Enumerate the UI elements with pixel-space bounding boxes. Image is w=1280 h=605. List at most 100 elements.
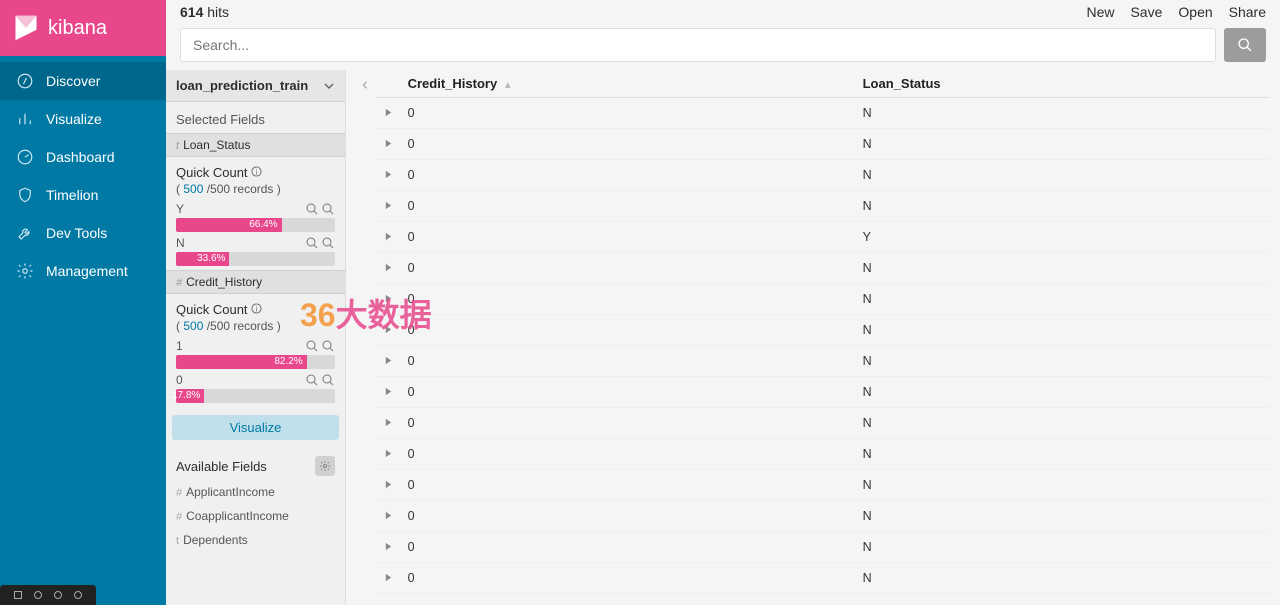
zoom-in-icon[interactable] (305, 202, 319, 216)
gear-icon (319, 460, 331, 472)
nav-sidebar: kibana DiscoverVisualize Dashboard Timelio… (0, 0, 166, 605)
column-header-credit_history[interactable]: Credit_History ▲ (400, 70, 855, 98)
cell-loan-status: N (855, 315, 1270, 346)
table-row: 0N (376, 470, 1270, 501)
expand-row-button[interactable] (376, 315, 400, 346)
nav-item-timelion[interactable]: Timelion (0, 176, 166, 214)
column-header-loan_status[interactable]: Loan_Status (855, 70, 1270, 98)
taskbar-dock (0, 585, 96, 605)
info-icon: i (251, 166, 262, 177)
selected-field-loan_status[interactable]: tLoan_Status (166, 133, 345, 157)
available-fields-settings-button[interactable] (315, 456, 335, 476)
zoom-out-icon[interactable] (321, 373, 335, 387)
nav-item-label: Dashboard (46, 149, 115, 165)
expand-row-button[interactable] (376, 377, 400, 408)
table-row: 0N (376, 160, 1270, 191)
expand-row-button[interactable] (376, 439, 400, 470)
table-row: 0N (376, 284, 1270, 315)
table-row: 0N (376, 377, 1270, 408)
expand-row-button[interactable] (376, 160, 400, 191)
nav-item-discover[interactable]: Discover (0, 62, 166, 100)
top-action-open[interactable]: Open (1178, 4, 1212, 20)
cell-credit-history: 0 (400, 408, 855, 439)
cell-credit-history: 0 (400, 315, 855, 346)
nav-item-visualize[interactable]: Visualize (0, 100, 166, 138)
quick-count-title: Quick Count i (176, 165, 335, 180)
zoom-out-icon[interactable] (321, 202, 335, 216)
table-row: 0N (376, 408, 1270, 439)
quick-count-title: Quick Count i (176, 302, 335, 317)
cell-credit-history: 0 (400, 129, 855, 160)
svg-text:i: i (256, 167, 258, 176)
search-input[interactable] (180, 28, 1216, 62)
cell-credit-history: 0 (400, 470, 855, 501)
expand-row-button[interactable] (376, 346, 400, 377)
results-table-area: Credit_History ▲Loan_Status 0N0N0N0N0Y0N… (346, 70, 1280, 605)
top-action-new[interactable]: New (1086, 4, 1114, 20)
table-row: 0N (376, 253, 1270, 284)
table-row: 0N (376, 98, 1270, 129)
hits-count: 614 hits (180, 4, 229, 20)
top-action-save[interactable]: Save (1130, 4, 1162, 20)
dock-circle-icon (54, 591, 62, 599)
shield-icon (16, 186, 34, 204)
cell-loan-status: N (855, 253, 1270, 284)
expand-row-button[interactable] (376, 470, 400, 501)
expand-row-button[interactable] (376, 191, 400, 222)
cell-loan-status: N (855, 377, 1270, 408)
quick-count-bar: 82.2% (176, 355, 335, 369)
logo[interactable]: kibana (0, 0, 166, 56)
nav-item-dev-tools[interactable]: Dev Tools (0, 214, 166, 252)
index-pattern-name: loan_prediction_train (176, 78, 308, 93)
cell-credit-history: 0 (400, 532, 855, 563)
available-field-coapplicantincome[interactable]: #CoapplicantIncome (166, 504, 345, 528)
zoom-out-icon[interactable] (321, 339, 335, 353)
cell-loan-status: N (855, 439, 1270, 470)
cell-loan-status: N (855, 501, 1270, 532)
collapse-sidebar-button[interactable] (356, 76, 374, 94)
quick-count-value-label: N (176, 236, 185, 250)
cell-credit-history: 0 (400, 439, 855, 470)
search-button[interactable] (1224, 28, 1266, 62)
available-field-dependents[interactable]: tDependents (166, 528, 345, 552)
quick-count-value-label: Y (176, 202, 184, 216)
zoom-in-icon[interactable] (305, 373, 319, 387)
table-row: 0N (376, 501, 1270, 532)
cell-credit-history: 0 (400, 346, 855, 377)
available-field-applicantincome[interactable]: #ApplicantIncome (166, 480, 345, 504)
expand-row-button[interactable] (376, 563, 400, 594)
cell-credit-history: 0 (400, 501, 855, 532)
expand-row-button[interactable] (376, 501, 400, 532)
expand-row-button[interactable] (376, 129, 400, 160)
expand-row-button[interactable] (376, 98, 400, 129)
zoom-in-icon[interactable] (305, 339, 319, 353)
visualize-button[interactable]: Visualize (172, 415, 339, 440)
sort-caret-icon: ▲ (503, 80, 513, 91)
bar-chart-icon (16, 110, 34, 128)
field-type-icon: # (176, 487, 182, 499)
index-pattern-selector[interactable]: loan_prediction_train (166, 70, 345, 102)
selected-field-credit_history[interactable]: #Credit_History (166, 270, 345, 294)
quick-count-subtitle: ( 500 /500 records ) (176, 319, 335, 333)
dock-circle-icon (34, 591, 42, 599)
expand-row-button[interactable] (376, 284, 400, 315)
zoom-out-icon[interactable] (321, 236, 335, 250)
cell-credit-history: 0 (400, 222, 855, 253)
expand-row-button[interactable] (376, 222, 400, 253)
nav-item-label: Management (46, 263, 128, 279)
nav-item-dashboard[interactable]: Dashboard (0, 138, 166, 176)
cell-credit-history: 0 (400, 160, 855, 191)
expand-row-button[interactable] (376, 532, 400, 563)
available-fields-header: Available Fields (176, 459, 267, 474)
top-action-share[interactable]: Share (1229, 4, 1266, 20)
quick-count-bar: 17.8% (176, 389, 335, 403)
expand-row-button[interactable] (376, 408, 400, 439)
gauge-icon (16, 148, 34, 166)
quick-count-block: Quick Count i( 500 /500 records )182.2%0… (166, 294, 345, 407)
cell-credit-history: 0 (400, 284, 855, 315)
nav-item-management[interactable]: Management (0, 252, 166, 290)
field-type-icon: # (176, 277, 182, 289)
expand-row-button[interactable] (376, 253, 400, 284)
zoom-in-icon[interactable] (305, 236, 319, 250)
quick-count-subtitle: ( 500 /500 records ) (176, 182, 335, 196)
